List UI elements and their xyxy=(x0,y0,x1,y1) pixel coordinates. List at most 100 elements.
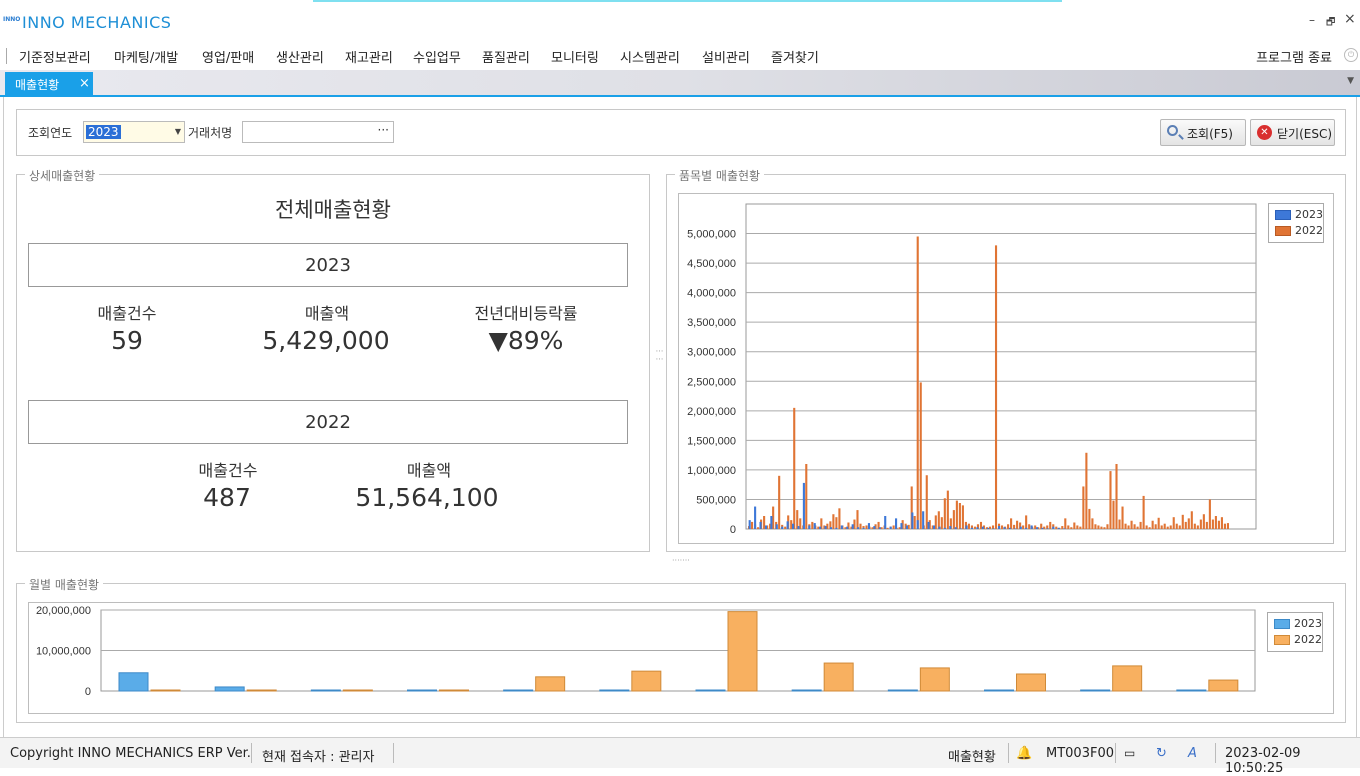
menu-item-quality[interactable]: 품질관리 xyxy=(482,47,530,66)
bar-2023 xyxy=(970,527,974,529)
overall-sales-title: 전체매출현황 xyxy=(275,198,391,222)
bar-2022 xyxy=(1220,517,1223,529)
bar-2023 xyxy=(987,527,990,529)
bar-2023 xyxy=(1063,528,1066,529)
menu-item-master-data[interactable]: 기준정보관리 xyxy=(19,47,91,66)
y-tick-label: 2,500,000 xyxy=(687,376,736,388)
bar-2022 xyxy=(1121,506,1124,529)
status-bar: Copyright INNO MECHANICS ERP Ver. 현재 접속자… xyxy=(0,737,1360,776)
query-button[interactable]: 조회(F5) xyxy=(1160,119,1246,146)
bar-2022 xyxy=(1178,525,1181,529)
bar-2023 xyxy=(1003,527,1006,529)
bar-2023 xyxy=(884,516,887,529)
bar-2023 xyxy=(599,689,630,692)
bar-2022 xyxy=(751,521,754,529)
bar-2022 xyxy=(1190,511,1193,529)
current-amount-label: 매출액 xyxy=(304,304,350,323)
bar-2022 xyxy=(1184,521,1187,529)
bar-2023 xyxy=(118,672,149,692)
close-window-button[interactable]: × xyxy=(1344,11,1356,27)
bar-2022 xyxy=(835,517,838,529)
menu-item-inventory[interactable]: 재고관리 xyxy=(345,47,393,66)
partner-input[interactable]: ··· xyxy=(242,121,394,143)
bar-2022 xyxy=(150,689,181,692)
bar-2022 xyxy=(994,245,998,529)
spellcheck-icon[interactable]: A xyxy=(1188,746,1197,761)
y-tick-label: 3,500,000 xyxy=(687,317,736,329)
monthly-chart-group-title: 월별 매출현황 xyxy=(25,576,104,593)
bar-2022 xyxy=(916,236,919,529)
y-tick-label: 0 xyxy=(730,524,736,536)
bar-2023 xyxy=(981,526,984,529)
bar-2023 xyxy=(786,521,789,529)
bar-2022 xyxy=(805,464,808,529)
bar-2022 xyxy=(1022,525,1025,529)
query-button-label: 조회(F5) xyxy=(1187,127,1233,141)
bar-2022 xyxy=(1181,514,1184,529)
vertical-splitter[interactable]: ⋮⋮ xyxy=(655,347,664,363)
tab-close-icon[interactable]: × xyxy=(79,76,90,91)
menu-item-system[interactable]: 시스템관리 xyxy=(620,47,680,66)
bar-2022 xyxy=(535,676,566,692)
bar-2022 xyxy=(1187,518,1190,529)
item-sales-chart: 5,000,000 4,500,000 4,000,000 3,500,000 3,00… xyxy=(678,193,1334,544)
legend-label: 2022 xyxy=(1295,224,1323,237)
app-title: INNO MECHANICS xyxy=(22,13,172,32)
bar-2022 xyxy=(1208,679,1239,692)
bar-2023 xyxy=(851,524,854,529)
bar-2023 xyxy=(895,518,898,529)
bar-2022 xyxy=(1106,524,1109,529)
bar-2023 xyxy=(792,523,795,529)
bar-2022 xyxy=(1112,500,1115,529)
bar-2022 xyxy=(817,526,820,529)
restore-button[interactable]: 🗗 xyxy=(1326,15,1335,32)
tab-sales-status[interactable]: 매출현황 × xyxy=(5,72,93,97)
bar-2022 xyxy=(967,523,970,529)
bar-2022 xyxy=(1097,525,1100,529)
bar-2022 xyxy=(1142,495,1145,529)
yoy-change-value: ▼89% xyxy=(488,326,564,355)
tab-list-dropdown-icon[interactable]: ▼ xyxy=(1347,76,1354,86)
bell-icon[interactable]: 🔔 xyxy=(1016,746,1032,761)
close-screen-button[interactable]: ✕ 닫기(ESC) xyxy=(1250,119,1335,146)
bar-2022 xyxy=(838,508,841,529)
bar-2023 xyxy=(949,526,952,529)
menu-item-favorites[interactable]: 즐겨찾기 xyxy=(771,47,819,66)
bar-2023 xyxy=(1019,526,1022,529)
app-logo-icon: INNO xyxy=(3,16,21,23)
datetime-text: 2023-02-09 10:50:25 xyxy=(1225,746,1301,776)
bar-2022 xyxy=(778,475,781,529)
menu-item-marketing[interactable]: 마케팅/개발 xyxy=(114,47,178,66)
menu-item-equipment[interactable]: 설비관리 xyxy=(702,47,750,66)
bar-2023 xyxy=(887,689,918,692)
window-icon[interactable]: ▭ xyxy=(1124,746,1135,760)
menu-item-monitoring[interactable]: 모니터링 xyxy=(551,47,599,66)
screen-code: MT003F00 xyxy=(1046,746,1114,761)
bar-2022 xyxy=(1079,526,1082,529)
previous-year-box: 2022 xyxy=(28,400,628,444)
bar-2023 xyxy=(889,526,892,529)
current-user-text: 현재 접속자 : 관리자 xyxy=(262,750,375,765)
legend-item-2023: 2023 xyxy=(1273,207,1323,223)
bar-2023 xyxy=(1008,527,1011,529)
power-icon[interactable]: ⏻ xyxy=(1344,48,1358,62)
menu-item-import[interactable]: 수입업무 xyxy=(413,47,461,66)
bar-2022 xyxy=(961,505,964,529)
bar-2023 xyxy=(829,527,833,529)
y-tick-label: 2,000,000 xyxy=(687,406,736,418)
bar-2023 xyxy=(214,686,245,692)
year-select[interactable]: 2023 ▼ xyxy=(83,121,185,143)
bar-2022 xyxy=(913,516,916,529)
bar-2023 xyxy=(1041,527,1044,529)
horizontal-splitter[interactable]: ······· xyxy=(672,556,690,565)
minimize-button[interactable]: – xyxy=(1309,13,1315,27)
partner-lookup-button[interactable]: ··· xyxy=(378,123,389,137)
menu-item-sales[interactable]: 영업/판매 xyxy=(202,47,254,66)
bar-2023 xyxy=(965,525,968,529)
refresh-icon[interactable]: ↻ xyxy=(1156,746,1167,761)
exit-program-button[interactable]: 프로그램 종료 xyxy=(1256,47,1332,66)
bar-2022 xyxy=(919,382,922,529)
previous-amount-value: 51,564,100 xyxy=(355,483,499,512)
chevron-down-icon[interactable]: ▼ xyxy=(175,127,181,136)
menu-item-production[interactable]: 생산관리 xyxy=(276,47,324,66)
